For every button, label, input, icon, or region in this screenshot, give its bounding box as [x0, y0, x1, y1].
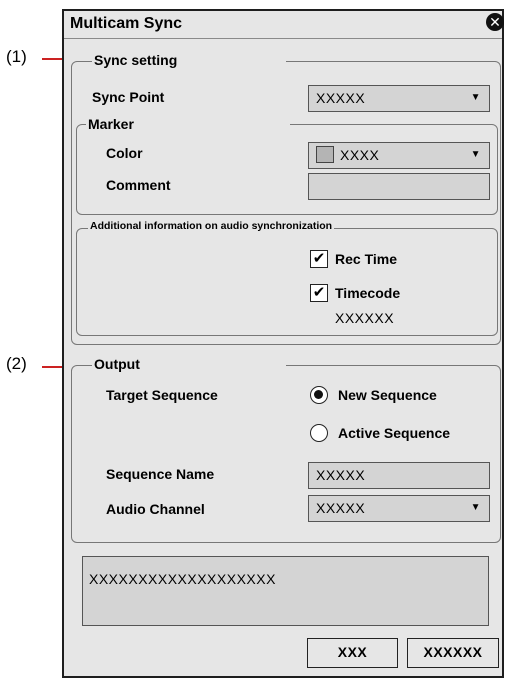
color-value: XXXX	[340, 147, 380, 163]
new-sequence-label: New Sequence	[338, 387, 437, 403]
marker-group	[76, 124, 498, 215]
target-sequence-label: Target Sequence	[106, 387, 218, 403]
timecode-label: Timecode	[335, 285, 401, 301]
sync-point-value: XXXXX	[316, 90, 366, 106]
check-icon: ✔	[312, 250, 326, 267]
new-sequence-radio[interactable]	[310, 386, 328, 404]
title-bar: Multicam Sync ✕	[64, 11, 504, 39]
dropdown-arrow-icon: ▼	[470, 502, 481, 513]
audio-channel-value: XXXXX	[316, 500, 366, 516]
sync-point-label: Sync Point	[92, 89, 165, 105]
sync-point-select[interactable]: XXXXX ▼	[308, 85, 490, 112]
sequence-name-input[interactable]: XXXXX	[308, 462, 490, 489]
cancel-button[interactable]: XXXXXX	[407, 638, 499, 668]
check-icon: ✔	[312, 284, 326, 301]
active-sequence-radio[interactable]	[310, 424, 328, 442]
dialog-title: Multicam Sync	[70, 15, 183, 32]
sync-setting-legend: Sync setting	[92, 52, 286, 68]
output-legend: Output	[92, 356, 286, 372]
active-sequence-label: Active Sequence	[338, 425, 451, 441]
comment-label: Comment	[106, 177, 171, 193]
audio-channel-select[interactable]: XXXXX ▼	[308, 495, 490, 522]
ok-button[interactable]: XXX	[307, 638, 398, 668]
radio-selected-dot	[314, 390, 323, 399]
callout-1: (1)	[6, 47, 27, 66]
dropdown-arrow-icon: ▼	[470, 92, 481, 103]
comment-input[interactable]	[308, 173, 490, 200]
color-select[interactable]: XXXX ▼	[308, 142, 490, 169]
timecode-checkbox[interactable]: ✔	[310, 284, 328, 302]
audio-channel-label: Audio Channel	[106, 501, 205, 517]
dropdown-arrow-icon: ▼	[470, 149, 481, 160]
message-area: XXXXXXXXXXXXXXXXXXX	[82, 556, 489, 626]
sequence-name-label: Sequence Name	[106, 466, 215, 482]
color-label: Color	[106, 145, 143, 161]
callout-2: (2)	[6, 354, 27, 373]
close-icon[interactable]: ✕	[486, 13, 504, 31]
multicam-sync-dialog: Multicam Sync ✕ Sync setting Sync Point …	[62, 9, 504, 678]
color-swatch	[316, 146, 334, 163]
marker-legend: Marker	[86, 116, 290, 132]
audio-sync-group	[76, 228, 498, 336]
rec-time-label: Rec Time	[335, 251, 397, 267]
rec-time-checkbox[interactable]: ✔	[310, 250, 328, 268]
audio-sync-legend: Additional information on audio synchron…	[88, 220, 335, 232]
timecode-value: XXXXXX	[335, 310, 395, 326]
